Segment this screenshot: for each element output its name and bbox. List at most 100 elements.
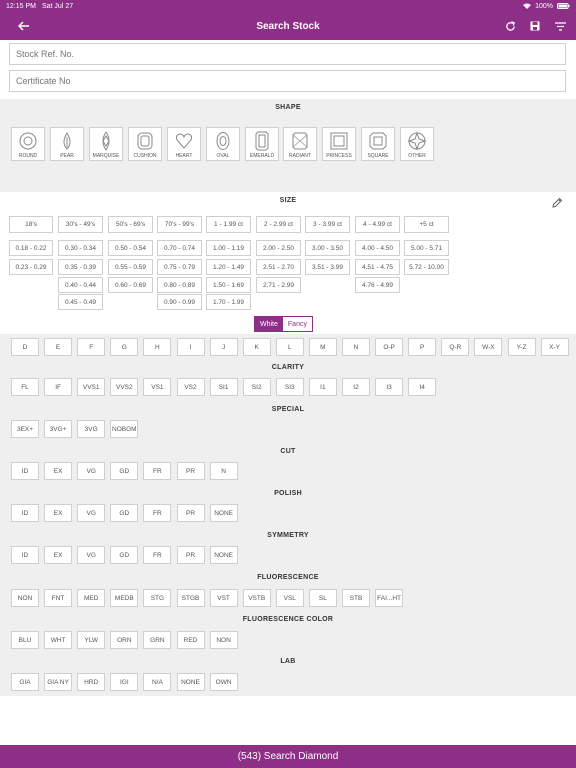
clarity-option[interactable]: I4 [408, 378, 437, 396]
cut-option[interactable]: ID [11, 462, 39, 480]
clarity-option[interactable]: I2 [342, 378, 370, 396]
special-option[interactable]: 3VG [77, 420, 106, 438]
size-range-button[interactable]: 0.30 - 0.34 [58, 240, 103, 256]
shape-other[interactable]: OTHER [400, 127, 434, 161]
color-option[interactable]: J [209, 338, 238, 356]
shape-radiant[interactable]: RADIANT [283, 127, 317, 161]
size-range-button[interactable]: 4.51 - 4.75 [355, 259, 400, 275]
refresh-icon[interactable] [500, 16, 520, 36]
size-group-button[interactable]: 4 - 4.99 ct [355, 216, 400, 233]
clarity-option[interactable]: FL [11, 378, 39, 396]
fluorescence-option[interactable]: VSL [275, 589, 304, 607]
shape-pear[interactable]: PEAR [50, 127, 84, 161]
shape-heart[interactable]: HEART [167, 127, 201, 161]
size-group-button[interactable]: 1 - 1.99 ct [206, 216, 251, 233]
clarity-option[interactable]: SI3 [275, 378, 304, 396]
shape-marquise[interactable]: MARQUISE [89, 127, 123, 161]
color-option[interactable]: O-P [375, 338, 404, 356]
stock-ref-input[interactable] [9, 43, 566, 65]
cut-option[interactable]: EX [44, 462, 73, 480]
color-option[interactable]: Y-Z [507, 338, 536, 356]
clarity-option[interactable]: I3 [375, 378, 404, 396]
clarity-option[interactable]: IF [44, 378, 73, 396]
fluorescence-color-option[interactable]: GRN [143, 631, 172, 649]
size-range-button[interactable]: 2.71 - 2.99 [256, 277, 301, 293]
size-range-button[interactable]: 2.00 - 2.50 [256, 240, 301, 256]
size-group-button[interactable]: 18's [9, 216, 53, 233]
save-icon[interactable] [525, 16, 545, 36]
size-range-button[interactable]: 3.00 - 3.50 [305, 240, 350, 256]
color-option[interactable]: Q-R [441, 338, 470, 356]
fluorescence-option[interactable]: STGB [176, 589, 205, 607]
size-range-button[interactable]: 5.00 - 5.71 [404, 240, 449, 256]
fluorescence-option[interactable]: VST [209, 589, 238, 607]
fluorescence-option[interactable]: MEDB [110, 589, 139, 607]
lab-option[interactable]: OWN [209, 673, 238, 691]
lab-option[interactable]: NONE [176, 673, 205, 691]
color-option[interactable]: X-Y [540, 338, 569, 356]
lab-option[interactable]: IGI [110, 673, 139, 691]
shape-princess[interactable]: PRINCESS [322, 127, 356, 161]
size-range-button[interactable]: 1.00 - 1.19 [206, 240, 251, 256]
color-option[interactable]: K [242, 338, 271, 356]
fluorescence-option[interactable]: VSTB [242, 589, 271, 607]
size-group-button[interactable]: +5 ct [404, 216, 449, 233]
lab-option[interactable]: HRD [77, 673, 106, 691]
fluorescence-option[interactable]: MED [77, 589, 106, 607]
size-range-button[interactable]: 0.45 - 0.49 [58, 294, 103, 310]
special-option[interactable]: 3EX+ [11, 420, 39, 438]
cut-option[interactable]: VG [77, 462, 106, 480]
size-range-button[interactable]: 1.50 - 1.69 [206, 277, 251, 293]
certificate-input[interactable] [9, 70, 566, 92]
fluorescence-option[interactable]: STB [342, 589, 370, 607]
back-arrow-icon[interactable] [14, 16, 34, 36]
polish-option[interactable]: VG [77, 504, 106, 522]
color-option[interactable]: E [44, 338, 73, 356]
shape-cushion[interactable]: CUSHION [128, 127, 162, 161]
edit-pencil-icon[interactable] [552, 195, 563, 213]
size-group-button[interactable]: 70's - 99's [157, 216, 202, 233]
lab-option[interactable]: GIA NY [44, 673, 73, 691]
size-range-button[interactable]: 0.50 - 0.54 [108, 240, 153, 256]
symmetry-option[interactable]: GD [110, 546, 139, 564]
cut-option[interactable]: PR [176, 462, 205, 480]
clarity-option[interactable]: SI1 [209, 378, 238, 396]
symmetry-option[interactable]: FR [143, 546, 172, 564]
size-range-button[interactable]: 0.35 - 0.39 [58, 259, 103, 275]
color-option[interactable]: G [110, 338, 139, 356]
fluorescence-option[interactable]: FAI...HT [375, 589, 404, 607]
size-range-button[interactable]: 0.75 - 0.79 [157, 259, 202, 275]
clarity-option[interactable]: VVS2 [110, 378, 139, 396]
shape-emerald[interactable]: EMERALD [245, 127, 279, 161]
size-range-button[interactable]: 2.51 - 2.70 [256, 259, 301, 275]
color-option[interactable]: H [143, 338, 172, 356]
cut-option[interactable]: N [209, 462, 238, 480]
polish-option[interactable]: FR [143, 504, 172, 522]
size-range-button[interactable]: 5.72 - 10.00 [404, 259, 449, 275]
fluorescence-color-option[interactable]: WHT [44, 631, 73, 649]
size-range-button[interactable]: 0.55 - 0.59 [108, 259, 153, 275]
size-range-button[interactable]: 0.18 - 0.22 [9, 240, 53, 256]
size-group-button[interactable]: 3 - 3.99 ct [305, 216, 350, 233]
fancy-toggle-button[interactable]: Fancy [282, 317, 312, 331]
shape-square[interactable]: SQUARE [361, 127, 395, 161]
symmetry-option[interactable]: EX [44, 546, 73, 564]
size-range-button[interactable]: 1.20 - 1.49 [206, 259, 251, 275]
shape-oval[interactable]: OVAL [206, 127, 240, 161]
size-group-button[interactable]: 50's - 69's [108, 216, 153, 233]
symmetry-option[interactable]: NONE [209, 546, 238, 564]
clarity-option[interactable]: VS1 [143, 378, 172, 396]
size-range-button[interactable]: 0.23 - 0.29 [9, 259, 53, 275]
white-toggle-button[interactable]: White [255, 317, 283, 331]
color-option[interactable]: M [308, 338, 337, 356]
size-range-button[interactable]: 4.76 - 4.99 [355, 277, 400, 293]
fluorescence-color-option[interactable]: YLW [77, 631, 106, 649]
lab-option[interactable]: GIA [11, 673, 39, 691]
size-range-button[interactable]: 0.70 - 0.74 [157, 240, 202, 256]
polish-option[interactable]: EX [44, 504, 73, 522]
color-option[interactable]: D [11, 338, 39, 356]
size-group-button[interactable]: 30's - 49's [58, 216, 103, 233]
size-group-button[interactable]: 2 - 2.99 ct [256, 216, 301, 233]
cut-option[interactable]: FR [143, 462, 172, 480]
size-range-button[interactable]: 0.60 - 0.69 [108, 277, 153, 293]
